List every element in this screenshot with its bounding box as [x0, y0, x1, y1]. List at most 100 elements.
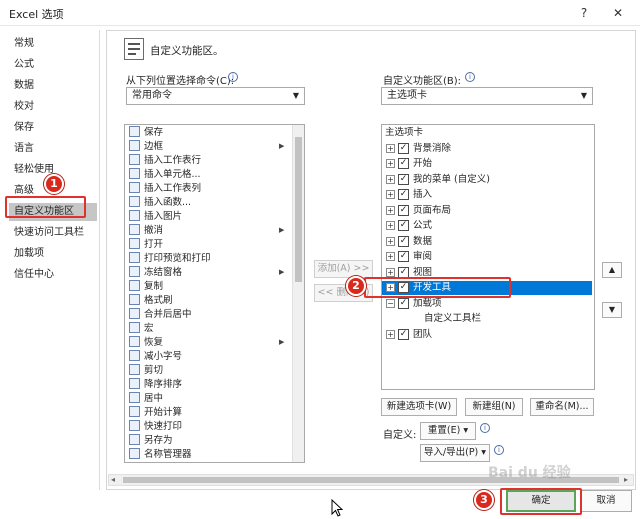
- command-item[interactable]: 冻结窗格 ▶: [129, 266, 284, 279]
- ribbon-tree-item[interactable]: + ✓ 我的菜单 (自定义): [382, 173, 592, 187]
- nav-item[interactable]: 公式: [9, 56, 97, 74]
- command-item[interactable]: 居中: [129, 392, 163, 405]
- window-title: Excel 选项: [9, 8, 64, 21]
- nav-item[interactable]: 加载项: [9, 245, 97, 263]
- nav-item[interactable]: 校对: [9, 98, 97, 116]
- expand-icon[interactable]: +: [386, 221, 395, 230]
- add-button[interactable]: 添加(A) >>: [314, 260, 373, 278]
- checkbox-icon[interactable]: ✓: [398, 204, 409, 216]
- command-item[interactable]: 另存为: [129, 434, 173, 447]
- commands-source-select[interactable]: 常用命令 ▼: [126, 87, 305, 105]
- commands-scrollbar[interactable]: [292, 125, 304, 462]
- nav-item[interactable]: 信任中心: [9, 266, 97, 284]
- command-label: 另存为: [144, 435, 173, 446]
- rename-button[interactable]: 重命名(M)...: [530, 398, 594, 416]
- new-tab-button[interactable]: 新建选项卡(W): [381, 398, 457, 416]
- ribbon-tree-item[interactable]: + ✓ 插入: [382, 188, 592, 202]
- command-item[interactable]: 格式刷: [129, 294, 173, 307]
- expand-icon[interactable]: +: [386, 329, 395, 339]
- command-item[interactable]: 插入图片: [129, 210, 182, 223]
- command-icon: [129, 350, 140, 361]
- ribbon-page-icon: [124, 38, 144, 60]
- command-item[interactable]: 恢复 ▶: [129, 336, 284, 349]
- info-icon: i: [480, 423, 490, 433]
- expand-icon[interactable]: +: [386, 143, 395, 153]
- nav-item[interactable]: 保存: [9, 119, 97, 137]
- cancel-button[interactable]: 取消: [580, 490, 632, 512]
- ribbon-tree-item[interactable]: + ✓ 页面布局: [382, 204, 592, 218]
- command-label: 居中: [144, 393, 164, 404]
- command-item[interactable]: 插入工作表列: [129, 182, 201, 195]
- command-icon: [129, 266, 140, 277]
- new-group-button[interactable]: 新建组(N): [465, 398, 523, 416]
- checkbox-icon[interactable]: ✓: [398, 189, 409, 200]
- command-item[interactable]: 复制: [129, 280, 163, 293]
- ribbon-tree-item[interactable]: + ✓ 团队: [382, 328, 592, 342]
- command-item[interactable]: 插入单元格...: [129, 168, 201, 181]
- command-item[interactable]: 撤消 ▶: [129, 224, 284, 237]
- command-item[interactable]: 剪切: [129, 364, 163, 377]
- checkbox-icon[interactable]: ✓: [398, 266, 409, 278]
- command-item[interactable]: 边框 ▶: [129, 140, 284, 153]
- command-item[interactable]: 宏: [129, 322, 154, 335]
- nav-item[interactable]: 快速访问工具栏: [9, 224, 97, 242]
- command-item[interactable]: 插入工作表行: [129, 154, 201, 167]
- nav-item[interactable]: 语言: [9, 140, 97, 158]
- expand-icon[interactable]: +: [386, 236, 395, 246]
- checkbox-icon[interactable]: ✓: [398, 173, 409, 185]
- expand-icon[interactable]: +: [386, 205, 395, 215]
- ribbon-tree-item[interactable]: 自定义工具栏: [382, 312, 592, 326]
- close-button[interactable]: ✕: [606, 3, 630, 23]
- command-item[interactable]: 减小字号: [129, 350, 182, 363]
- ribbon-tree-item[interactable]: + ✓ 数据: [382, 235, 592, 249]
- command-item[interactable]: 插入函数...: [129, 196, 191, 209]
- checkbox-icon[interactable]: ✓: [398, 297, 409, 309]
- command-label: 插入工作表列: [144, 183, 202, 194]
- commands-list[interactable]: 保存 边框 ▶ 插入工作表行 插入单元格... 插入工作表列 插入函数... 插入图片 撤消 ▶ 打…: [124, 124, 305, 463]
- checkbox-icon[interactable]: ✓: [398, 220, 409, 231]
- ribbon-tree[interactable]: 主选项卡 + ✓ 背景消除 + ✓ 开始 + ✓ 我的菜单 (自定义) + ✓ 插入 + ✓ 页面布局 + ✓ 公式…: [381, 124, 595, 390]
- move-up-button[interactable]: ▲: [602, 262, 622, 278]
- collapse-icon[interactable]: −: [386, 298, 395, 308]
- submenu-arrow-icon: ▶: [279, 142, 285, 150]
- command-label: 恢复: [144, 337, 164, 348]
- ribbon-tabs-select[interactable]: 主选项卡 ▼: [381, 87, 593, 105]
- help-button[interactable]: ?: [572, 3, 596, 23]
- checkbox-icon[interactable]: ✓: [398, 142, 409, 154]
- checkbox-icon[interactable]: ✓: [398, 158, 409, 169]
- ribbon-tree-item[interactable]: + ✓ 开始: [382, 157, 592, 171]
- scrollbar-thumb[interactable]: [295, 137, 302, 282]
- expand-icon[interactable]: +: [386, 190, 395, 199]
- checkbox-icon[interactable]: ✓: [398, 235, 409, 247]
- nav-item[interactable]: 数据: [9, 77, 97, 95]
- expand-icon[interactable]: +: [386, 252, 395, 261]
- import-export-button[interactable]: 导入/导出(P) ▾: [420, 444, 490, 462]
- command-item[interactable]: 保存: [129, 126, 163, 139]
- ribbon-tree-label: 我的菜单 (自定义): [413, 173, 490, 185]
- expand-icon[interactable]: +: [386, 174, 395, 184]
- command-item[interactable]: 开始计算: [129, 406, 182, 419]
- checkbox-icon[interactable]: ✓: [398, 251, 409, 262]
- checkbox-icon[interactable]: ✓: [398, 328, 409, 340]
- step-badge-3: 3: [474, 490, 494, 510]
- ribbon-tree-item[interactable]: + ✓ 背景消除: [382, 142, 592, 156]
- ribbon-tree-item[interactable]: − ✓ 加载项: [382, 297, 592, 311]
- command-item[interactable]: 降序排序: [129, 378, 182, 391]
- command-item[interactable]: 打开: [129, 238, 163, 251]
- expand-icon[interactable]: +: [386, 267, 395, 277]
- reset-button[interactable]: 重置(E) ▾: [420, 422, 476, 440]
- ribbon-tree-item[interactable]: 主选项卡: [382, 126, 592, 140]
- ribbon-tree-label: 自定义工具栏: [424, 313, 482, 324]
- ribbon-tree-label: 页面布局: [413, 204, 452, 216]
- expand-icon[interactable]: +: [386, 159, 395, 168]
- move-down-button[interactable]: ▼: [602, 302, 622, 318]
- command-item[interactable]: 快速打印: [129, 420, 182, 433]
- command-icon: [129, 420, 140, 431]
- ribbon-tree-item[interactable]: + ✓ 公式: [382, 219, 592, 233]
- command-item[interactable]: 合并后居中: [129, 308, 192, 321]
- nav-item[interactable]: 常规: [9, 35, 97, 53]
- command-item[interactable]: 名称管理器: [129, 448, 192, 461]
- command-label: 格式刷: [144, 295, 173, 306]
- ribbon-tree-item[interactable]: + ✓ 审阅: [382, 250, 592, 264]
- command-item[interactable]: 打印预览和打印: [129, 252, 211, 265]
